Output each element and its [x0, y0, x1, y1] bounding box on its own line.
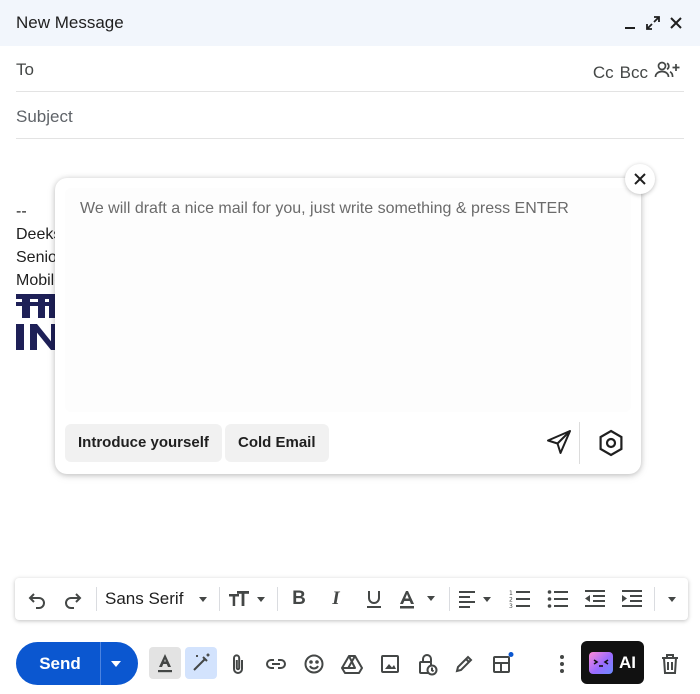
ai-assistant-button[interactable]: AI: [581, 641, 644, 684]
redo-icon[interactable]: [59, 578, 87, 620]
ai-logo-icon: [589, 651, 613, 674]
notification-dot: [508, 652, 514, 657]
svg-text:3: 3: [509, 603, 513, 609]
underline-icon[interactable]: [361, 578, 387, 620]
signature-logo: [16, 292, 58, 357]
minimize-icon[interactable]: [619, 12, 641, 34]
close-icon[interactable]: [665, 12, 687, 34]
indent-less-icon[interactable]: [582, 578, 608, 620]
send-button[interactable]: Send: [16, 642, 138, 685]
formatting-toolbar: Sans Serif B I 123: [15, 578, 688, 620]
introduce-yourself-chip[interactable]: Introduce yourself: [65, 424, 222, 462]
schedule-send-chevron-icon[interactable]: [109, 656, 123, 675]
chevron-down-icon: [199, 597, 208, 602]
send-label: Send: [39, 654, 81, 673]
align-icon[interactable]: [457, 578, 497, 620]
compose-title: New Message: [16, 13, 124, 32]
font-family-label: Sans Serif: [105, 589, 184, 608]
compose-header: New Message: [0, 0, 700, 46]
confidential-icon[interactable]: [413, 650, 441, 678]
template-icon[interactable]: [488, 650, 516, 678]
more-options-icon[interactable]: [548, 650, 576, 678]
text-color-icon[interactable]: [397, 578, 441, 620]
bold-icon[interactable]: B: [286, 578, 312, 620]
numbered-list-icon[interactable]: 123: [507, 578, 533, 620]
to-label: To: [16, 60, 34, 79]
attach-icon[interactable]: [224, 650, 252, 678]
subject-field[interactable]: Subject: [16, 93, 684, 139]
italic-icon[interactable]: I: [323, 578, 349, 620]
send-icon[interactable]: [545, 428, 573, 456]
bcc-link[interactable]: Bcc: [620, 63, 648, 83]
font-family-select[interactable]: Sans Serif: [105, 578, 215, 620]
ai-prompt-input[interactable]: We will draft a nice mail for you, just …: [65, 188, 631, 412]
add-recipients-icon[interactable]: [654, 60, 680, 85]
settings-icon[interactable]: [597, 429, 625, 457]
expand-icon[interactable]: [642, 12, 664, 34]
bulleted-list-icon[interactable]: [545, 578, 571, 620]
recipient-options: Cc Bcc: [593, 60, 680, 85]
ai-draft-panel: We will draft a nice mail for you, just …: [55, 178, 641, 474]
undo-icon[interactable]: [23, 578, 51, 620]
more-formatting-icon[interactable]: [661, 578, 683, 620]
indent-more-icon[interactable]: [619, 578, 645, 620]
formatting-options-icon[interactable]: [149, 647, 181, 679]
to-field[interactable]: To Cc Bcc: [16, 46, 684, 92]
emoji-icon[interactable]: [300, 650, 328, 678]
magic-pen-icon[interactable]: [185, 647, 217, 679]
link-icon[interactable]: [262, 650, 290, 678]
close-icon[interactable]: [625, 164, 655, 194]
panel-divider: [579, 422, 580, 464]
photo-icon[interactable]: [376, 650, 404, 678]
cc-link[interactable]: Cc: [593, 63, 614, 83]
ai-button-label: AI: [619, 652, 636, 672]
trash-icon[interactable]: [656, 650, 684, 678]
font-size-icon[interactable]: [227, 578, 269, 620]
subject-input[interactable]: Subject: [16, 107, 73, 127]
cold-email-chip[interactable]: Cold Email: [225, 424, 329, 462]
signature-icon[interactable]: [450, 650, 478, 678]
drive-icon[interactable]: [338, 650, 366, 678]
